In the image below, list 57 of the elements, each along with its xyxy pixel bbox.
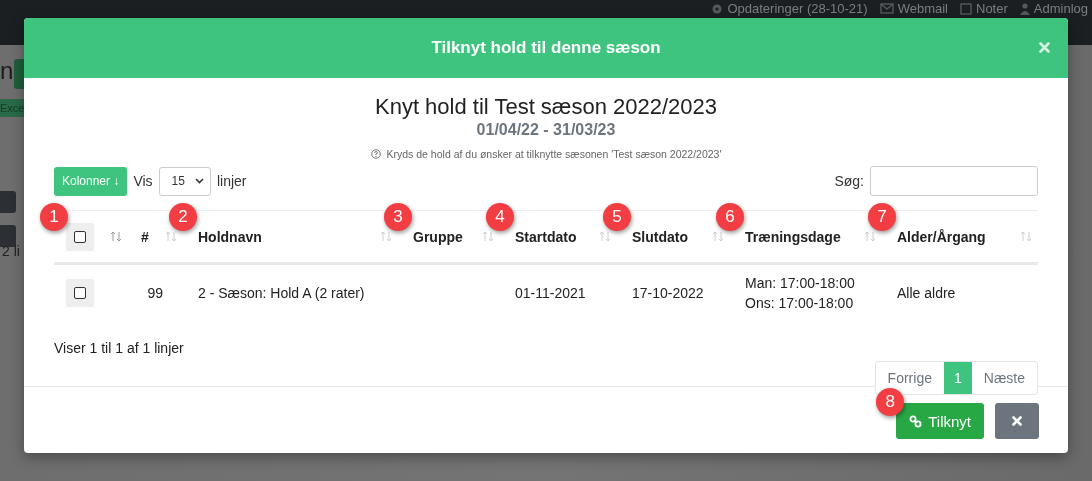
topbar-link[interactable]: Webmail [897,1,948,16]
column-header[interactable]: Alder/Årgang [897,228,986,245]
table-cell-text: 01-11-2021 [515,283,586,303]
table-info: 2 li [2,243,20,259]
search-label: Søg: [834,173,864,189]
sort-icon[interactable] [864,231,876,242]
show-label: Vis [133,173,153,189]
cancel-button[interactable] [995,403,1039,439]
column-header[interactable]: Gruppe [413,228,463,245]
sort-icon[interactable] [1020,231,1032,242]
topbar-link[interactable]: Noter [976,1,1008,16]
help-icon [370,149,381,159]
sort-icon[interactable] [165,231,177,242]
number-badge: 6 [716,203,744,231]
number-badge: 7 [868,203,896,231]
modal-title: Tilknyt hold til denne sæson [431,38,661,58]
number-badge: 3 [384,203,412,231]
number-badge: 1 [40,203,68,231]
link-button[interactable]: Tilknyt [896,403,984,439]
sort-icon[interactable] [380,231,392,242]
table-cell-text: Alle aldre [897,283,956,303]
column-header[interactable]: Startdato [515,228,577,245]
column-header[interactable]: # [141,228,149,245]
row-checkbox[interactable] [74,286,86,299]
dialog-heading: Knyt hold til Test sæson 2022/2023 [373,94,718,120]
topbar-link[interactable]: Adminlog [1033,1,1088,16]
search-field[interactable] [870,166,1038,196]
table-cell-text: 17-10-2022 [632,283,704,303]
column-header[interactable]: Holdnavn [198,228,262,245]
page-button[interactable]: Næste [971,362,1037,394]
column-header[interactable]: Slutdato [632,228,688,245]
rows-label: linjer [216,173,247,189]
table-cell-text: 2 - Sæson: Hold A (2 rater) [198,283,365,303]
sort-icon[interactable] [599,231,611,242]
link-icon [909,414,923,428]
number-badge: 4 [486,203,514,231]
sort-icon[interactable] [712,231,724,242]
page-size-select[interactable]: 15 [158,166,211,196]
table-info: Viser 1 til 1 af 1 linjer [54,340,185,356]
column-header[interactable]: Træningsdage [745,228,841,245]
square-icon [960,2,972,15]
sort-icon[interactable] [110,231,122,242]
number-badge: 2 [169,203,197,231]
user-icon [1019,2,1030,15]
envelope-icon [879,3,894,14]
chevron-icon [194,178,204,184]
close-icon[interactable] [1039,42,1050,53]
hint-text: Kryds de hold af du ønsker at tilknytte sæsonen 'Test sæson 2022/2023' [386,148,722,160]
select-all-checkbox[interactable] [74,230,86,243]
sort-icon[interactable] [482,231,494,242]
number-badge: 5 [603,203,631,231]
table-cell-text: Man: 17:00-18:00 Ons: 17:00-18:00 [745,273,855,313]
table-cell-text: 99 [147,283,163,303]
close-icon [1012,416,1022,426]
page-title: n [0,57,14,85]
topbar-link[interactable]: Opdateringer (28-10-21) [727,1,868,16]
date-range: 01/04/22 - 31/03/23 [475,120,617,140]
